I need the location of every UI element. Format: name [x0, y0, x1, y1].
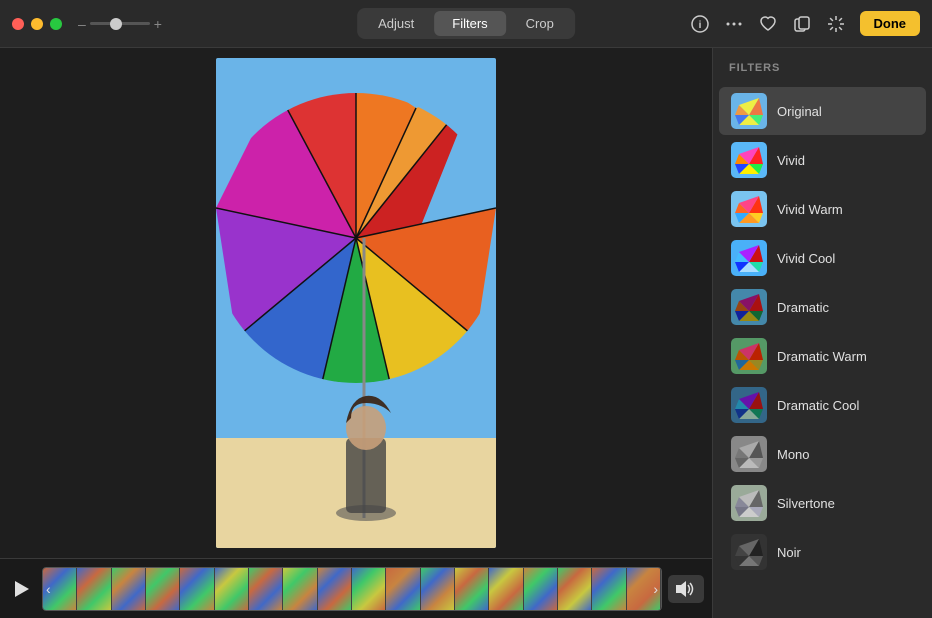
traffic-lights — [12, 18, 62, 30]
filter-thumb-vivid — [731, 142, 767, 178]
film-frame — [558, 568, 592, 610]
filter-name-dramatic: Dramatic — [777, 300, 829, 315]
photo-canvas — [0, 48, 712, 558]
slider-thumb[interactable] — [110, 18, 122, 30]
film-frame — [318, 568, 352, 610]
film-frame — [386, 568, 420, 610]
filter-thumb-dramatic-warm — [731, 338, 767, 374]
filters-header: FILTERS — [713, 48, 932, 82]
filter-thumb-mono — [731, 436, 767, 472]
film-frame — [352, 568, 386, 610]
filter-thumb-noir — [731, 534, 767, 570]
filter-name-silvertone: Silvertone — [777, 496, 835, 511]
film-frame — [283, 568, 317, 610]
film-frame — [455, 568, 489, 610]
filter-item-vivid-cool[interactable]: Vivid Cool — [719, 234, 926, 282]
heart-button[interactable] — [758, 14, 778, 34]
timeline-strip: ‹ › — [0, 558, 712, 618]
filter-name-dramatic-warm: Dramatic Warm — [777, 349, 867, 364]
filter-item-mono[interactable]: Mono — [719, 430, 926, 478]
filter-name-original: Original — [777, 104, 822, 119]
photo-area: ‹ › — [0, 48, 712, 618]
film-frame — [249, 568, 283, 610]
filter-name-mono: Mono — [777, 447, 810, 462]
info-button[interactable]: i — [690, 14, 710, 34]
filter-thumb-vivid-cool — [731, 240, 767, 276]
slider-track[interactable] — [90, 22, 150, 25]
filter-name-vivid-cool: Vivid Cool — [777, 251, 835, 266]
filter-item-dramatic-warm[interactable]: Dramatic Warm — [719, 332, 926, 380]
brightness-plus-icon: + — [154, 17, 162, 31]
toolbar-tabs: Adjust Filters Crop — [357, 8, 575, 39]
film-strip-container: ‹ › — [42, 567, 662, 611]
film-next-arrow[interactable]: › — [649, 579, 662, 599]
play-button[interactable] — [8, 575, 36, 603]
filter-thumb-silvertone — [731, 485, 767, 521]
tab-adjust[interactable]: Adjust — [360, 11, 432, 36]
done-button[interactable]: Done — [860, 11, 921, 36]
filter-thumb-dramatic-cool — [731, 387, 767, 423]
filter-item-vivid[interactable]: Vivid — [719, 136, 926, 184]
filter-item-dramatic-cool[interactable]: Dramatic Cool — [719, 381, 926, 429]
filter-item-vivid-warm[interactable]: Vivid Warm — [719, 185, 926, 233]
film-frame — [592, 568, 626, 610]
filter-thumb-vivid-warm — [731, 191, 767, 227]
film-frame — [180, 568, 214, 610]
photo-frame — [216, 58, 496, 548]
brightness-minus-icon: – — [78, 17, 86, 31]
more-button[interactable] — [724, 14, 744, 34]
film-frame — [524, 568, 558, 610]
filter-thumb-dramatic — [731, 289, 767, 325]
maximize-button[interactable] — [50, 18, 62, 30]
tab-crop[interactable]: Crop — [508, 11, 572, 36]
filter-item-noir[interactable]: Noir — [719, 528, 926, 576]
filter-item-original[interactable]: Original — [719, 87, 926, 135]
main-content: ‹ › FILTERS — [0, 48, 932, 618]
filter-name-vivid: Vivid — [777, 153, 805, 168]
filter-name-vivid-warm: Vivid Warm — [777, 202, 843, 217]
film-frame — [215, 568, 249, 610]
titlebar: – + Adjust Filters Crop i — [0, 0, 932, 48]
svg-text:i: i — [698, 20, 701, 31]
film-frame — [421, 568, 455, 610]
film-frame — [77, 568, 111, 610]
duplicate-button[interactable] — [792, 14, 812, 34]
film-frame — [146, 568, 180, 610]
photo-image — [216, 58, 496, 548]
filter-item-silvertone[interactable]: Silvertone — [719, 479, 926, 527]
volume-button[interactable] — [668, 575, 704, 603]
magic-button[interactable] — [826, 14, 846, 34]
film-prev-arrow[interactable]: ‹ — [42, 579, 55, 599]
filter-name-noir: Noir — [777, 545, 801, 560]
film-strip — [42, 567, 662, 611]
film-frame — [489, 568, 523, 610]
film-frame — [112, 568, 146, 610]
tab-filters[interactable]: Filters — [434, 11, 505, 36]
filter-item-dramatic[interactable]: Dramatic — [719, 283, 926, 331]
filters-sidebar: FILTERS Original — [712, 48, 932, 618]
close-button[interactable] — [12, 18, 24, 30]
toolbar-right: i — [690, 11, 921, 36]
filter-name-dramatic-cool: Dramatic Cool — [777, 398, 859, 413]
minimize-button[interactable] — [31, 18, 43, 30]
brightness-slider[interactable]: – + — [78, 17, 162, 31]
filter-thumb-original — [731, 93, 767, 129]
filter-list: Original Vivid — [713, 82, 932, 618]
